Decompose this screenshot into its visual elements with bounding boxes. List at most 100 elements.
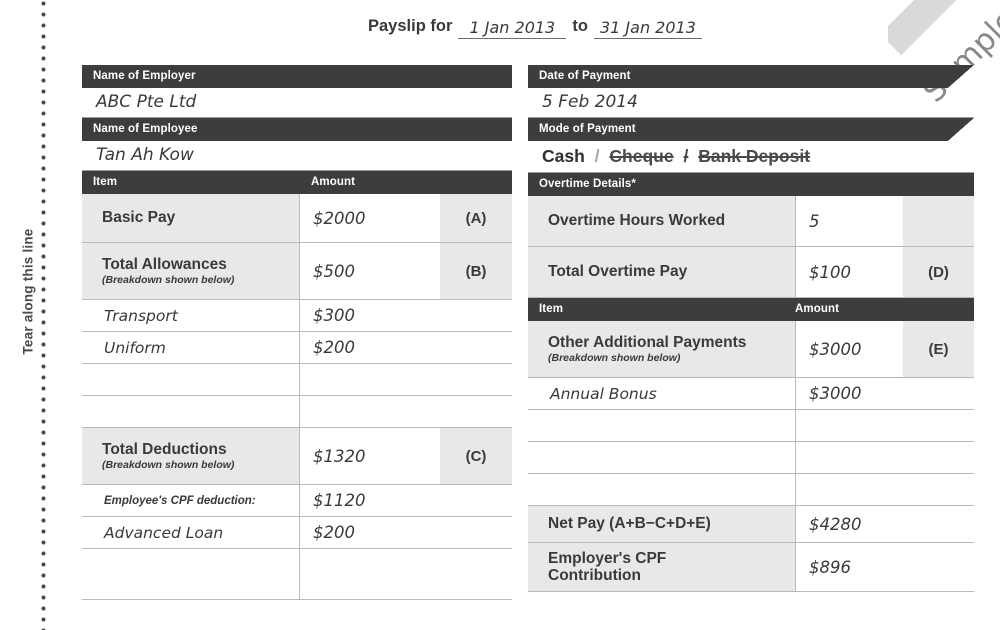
row-amount-cell[interactable] xyxy=(299,364,440,395)
table-row: Transport $300 xyxy=(82,300,512,332)
row-code-cell xyxy=(903,410,974,441)
row-item-label[interactable]: Transport xyxy=(104,307,299,325)
row-item-label: Total Overtime Pay xyxy=(548,263,688,281)
row-item-cell xyxy=(82,364,299,395)
row-item-label: Basic Pay xyxy=(102,209,176,227)
row-item-cell: Total Deductions (Breakdown shown below) xyxy=(82,428,299,484)
table-row: Basic Pay $2000 (A) xyxy=(82,194,512,243)
totals-row: Employer's CPF Contribution $896 xyxy=(528,543,974,592)
mode-option-cash[interactable]: Cash xyxy=(542,146,585,166)
employee-name-value[interactable]: Tan Ah Kow xyxy=(82,141,512,171)
tear-along-line-label: Tear along this line xyxy=(20,228,36,355)
row-amount-cell[interactable] xyxy=(795,474,903,505)
row-item-cell xyxy=(528,410,795,441)
date-of-payment-value[interactable]: 5 Feb 2014 xyxy=(528,88,974,118)
row-amount-cell[interactable]: $1120 xyxy=(299,485,440,516)
row-code-cell xyxy=(440,517,512,548)
row-amount-cell[interactable]: $3000 xyxy=(795,378,903,409)
totals-label: Employer's CPF Contribution xyxy=(548,549,667,584)
row-amount-cell[interactable] xyxy=(299,396,440,427)
mode-option-cheque[interactable]: Cheque xyxy=(609,146,673,166)
row-code-cell xyxy=(440,549,512,599)
row-item-cell: Overtime Hours Worked xyxy=(528,196,795,246)
row-item-label: Total Allowances xyxy=(102,255,227,273)
left-col-amount-header: Amount xyxy=(311,176,356,188)
right-column: Date of Payment 5 Feb 2014 Mode of Payme… xyxy=(528,65,974,592)
totals-amount-cell[interactable]: $896 xyxy=(795,543,974,591)
row-code-cell xyxy=(903,378,974,409)
row-item-cell xyxy=(82,549,299,599)
right-col-item-header: Item xyxy=(539,303,564,315)
row-item-label: Total Deductions xyxy=(102,440,227,458)
table-row xyxy=(528,410,974,442)
row-amount-cell[interactable] xyxy=(299,549,440,599)
row-amount-cell[interactable]: $100 xyxy=(795,247,903,297)
table-row: Total Overtime Pay $100 (D) xyxy=(528,247,974,298)
row-amount-cell[interactable]: $500 xyxy=(299,243,440,299)
table-row: Total Deductions (Breakdown shown below) $… xyxy=(82,428,512,485)
row-amount-cell[interactable]: $300 xyxy=(299,300,440,331)
row-item-cell xyxy=(82,396,299,427)
row-code-cell: (C) xyxy=(440,428,512,484)
left-table-header: Item Amount xyxy=(82,171,512,194)
mode-separator-1: / xyxy=(594,146,600,166)
left-table-body: Basic Pay $2000 (A) Total Allowances (Breakd… xyxy=(82,194,512,600)
row-amount-cell[interactable]: $200 xyxy=(299,332,440,363)
row-item-cell: Annual Bonus xyxy=(528,378,795,409)
row-code-cell xyxy=(903,474,974,505)
employer-name-value[interactable]: ABC Pte Ltd xyxy=(82,88,512,118)
row-amount-cell[interactable] xyxy=(795,442,903,473)
payslip-page: Tear along this line Sample Payslip for … xyxy=(0,0,1000,630)
mode-option-bank-deposit[interactable]: Bank Deposit xyxy=(698,146,810,166)
row-item-label[interactable]: Uniform xyxy=(104,339,299,357)
left-column: Name of Employer ABC Pte Ltd Name of Emp… xyxy=(82,65,512,600)
row-code-cell: (E) xyxy=(903,321,974,377)
row-amount-cell[interactable]: $3000 xyxy=(795,321,903,377)
right-totals-body: Net Pay (A+B−C+D+E) $4280 Employer's CPF C… xyxy=(528,506,974,592)
totals-amount-cell[interactable]: $4280 xyxy=(795,506,974,542)
tear-line-dots xyxy=(40,0,47,630)
row-amount-cell[interactable] xyxy=(795,410,903,441)
right-table-header: Item Amount xyxy=(528,298,974,321)
row-code-cell xyxy=(440,485,512,516)
table-row xyxy=(528,474,974,506)
totals-label-cell: Net Pay (A+B−C+D+E) xyxy=(528,506,795,542)
table-row xyxy=(528,442,974,474)
left-col-item-header: Item xyxy=(93,176,118,188)
table-row xyxy=(82,396,512,428)
row-amount-cell[interactable]: 5 xyxy=(795,196,903,246)
table-row: Other Additional Payments (Breakdown show… xyxy=(528,321,974,378)
row-item-cell xyxy=(528,442,795,473)
row-item-cell: Other Additional Payments (Breakdown show… xyxy=(528,321,795,377)
period-to-field[interactable]: 31 Jan 2013 xyxy=(593,18,702,39)
table-row: Advanced Loan $200 xyxy=(82,517,512,549)
row-code-cell: (D) xyxy=(903,247,974,297)
to-label: to xyxy=(572,17,588,35)
row-item-label[interactable]: Advanced Loan xyxy=(104,524,299,542)
row-item-cell: Basic Pay xyxy=(82,194,299,242)
table-row: Overtime Hours Worked 5 xyxy=(528,196,974,247)
row-item-note: (Breakdown shown below) xyxy=(102,274,235,287)
row-item-cell: Employee's CPF deduction: xyxy=(82,485,299,516)
row-amount-cell[interactable]: $2000 xyxy=(299,194,440,242)
table-row: Annual Bonus $3000 xyxy=(528,378,974,410)
row-item-cell: Transport xyxy=(82,300,299,331)
payslip-title: Payslip for 1 Jan 2013 to 31 Jan 2013 xyxy=(368,17,702,39)
mode-of-payment-options[interactable]: Cash / Cheque / Bank Deposit xyxy=(528,141,974,173)
row-code-cell xyxy=(440,332,512,363)
row-code-cell xyxy=(903,442,974,473)
row-item-label[interactable]: Employee's CPF deduction: xyxy=(104,495,299,507)
row-amount-cell[interactable]: $1320 xyxy=(299,428,440,484)
period-from-field[interactable]: 1 Jan 2013 xyxy=(458,18,567,39)
row-item-note: (Breakdown shown below) xyxy=(102,459,235,472)
employee-header: Name of Employee xyxy=(82,118,512,141)
table-row: Uniform $200 xyxy=(82,332,512,364)
totals-label-cell: Employer's CPF Contribution xyxy=(528,543,795,591)
row-item-note: (Breakdown shown below) xyxy=(548,352,681,365)
row-item-label[interactable]: Annual Bonus xyxy=(550,385,795,403)
table-row xyxy=(82,549,512,600)
mode-of-payment-header: Mode of Payment xyxy=(528,118,974,141)
row-item-label: Other Additional Payments xyxy=(548,333,747,351)
row-code-cell xyxy=(440,364,512,395)
row-amount-cell[interactable]: $200 xyxy=(299,517,440,548)
